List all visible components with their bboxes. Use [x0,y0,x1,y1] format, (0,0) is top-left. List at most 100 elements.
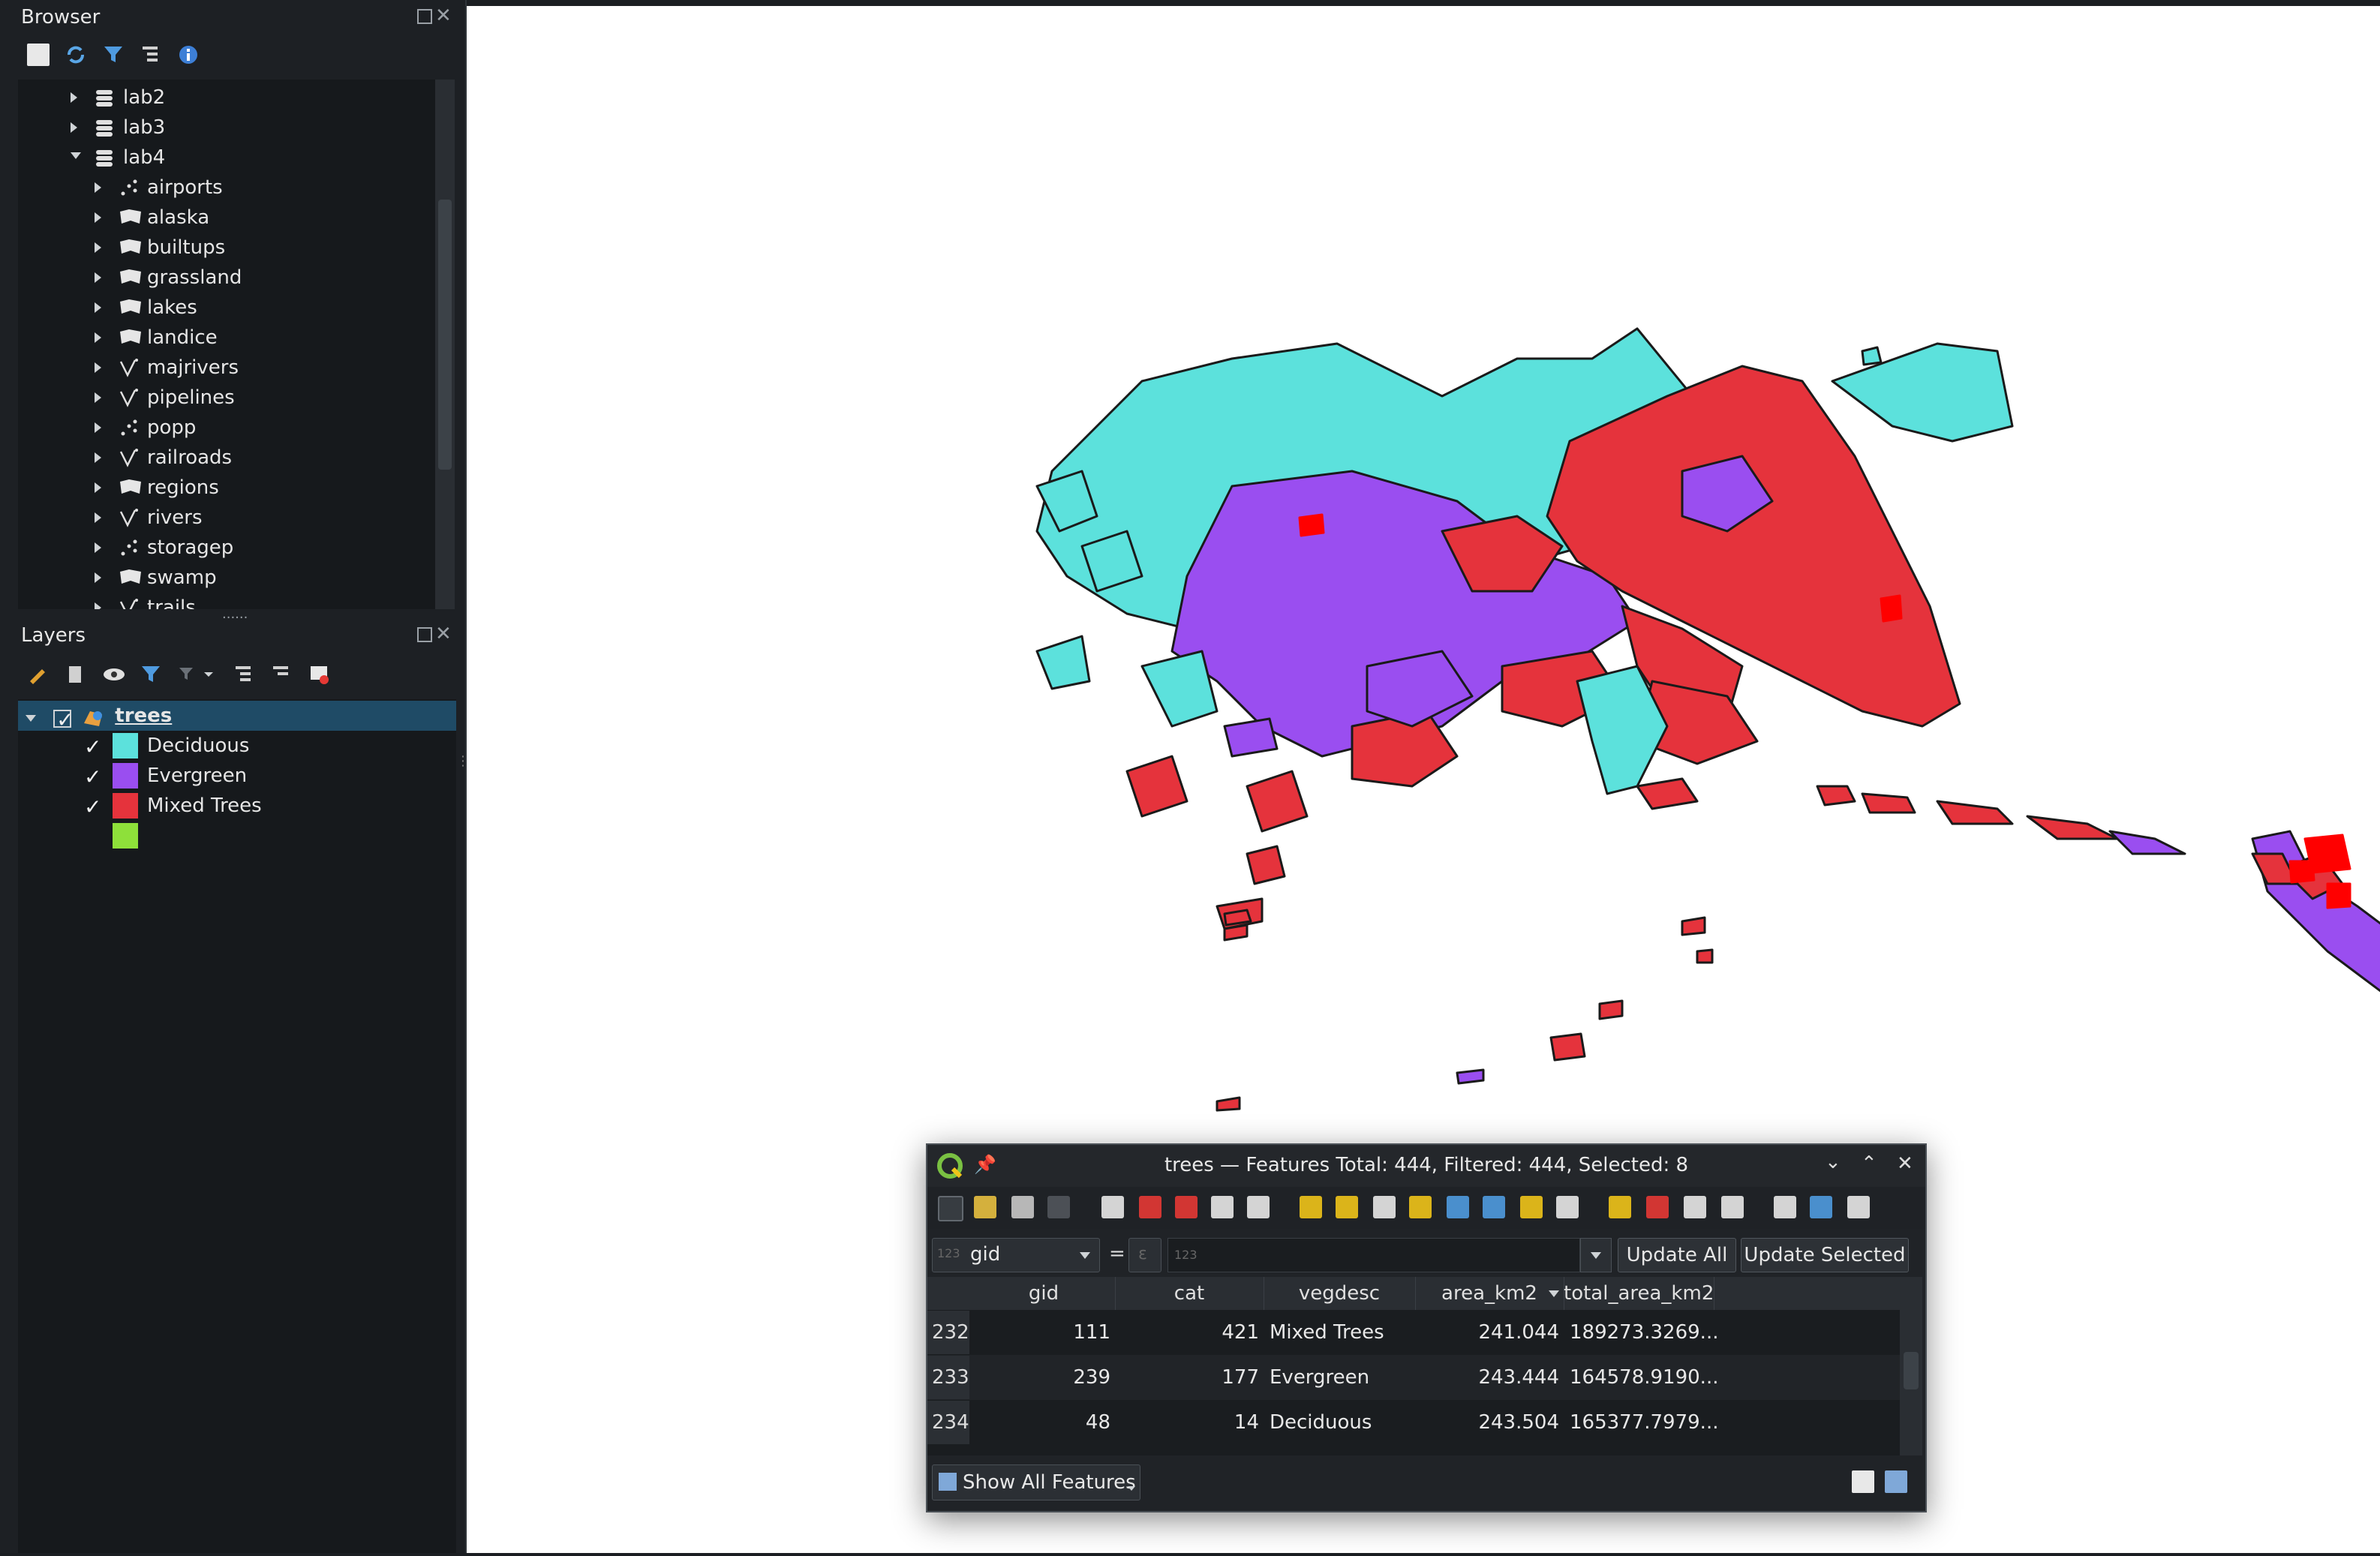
close-dialog-icon[interactable]: ✕ [1897,1152,1913,1175]
cell-area-km2[interactable]: 241.044 [1415,1310,1564,1355]
field-calculator-icon[interactable] [1684,1196,1706,1218]
expand-all-icon[interactable] [233,663,255,686]
expand-caret-icon[interactable] [95,572,101,583]
browser-item-storagep[interactable]: storagep [18,533,435,563]
select-by-expression-icon[interactable] [1300,1196,1322,1218]
update-all-button[interactable]: Update All [1618,1238,1736,1272]
select-all-icon[interactable] [1336,1196,1358,1218]
browser-scrollbar[interactable] [435,80,455,609]
browser-item-airports[interactable]: airports [18,173,435,203]
legend-item[interactable]: Mixed Trees [18,791,456,822]
move-selection-top-icon[interactable] [1483,1196,1505,1218]
organize-columns-icon[interactable] [1774,1196,1796,1218]
legend-item[interactable]: Evergreen [18,761,456,792]
pan-to-selected-icon[interactable] [1520,1196,1543,1218]
layer-visibility-checkbox[interactable] [53,705,74,735]
invert-selection-icon[interactable] [1373,1196,1396,1218]
filter-select-icon[interactable] [1447,1196,1469,1218]
filter-icon[interactable] [102,44,125,66]
paste-icon[interactable] [1247,1196,1270,1218]
expand-caret-icon[interactable] [71,152,81,159]
update-selected-button[interactable]: Update Selected [1741,1238,1909,1272]
cell-total-area-km2[interactable]: 164578.9190... [1564,1355,1718,1400]
collapse-all-icon[interactable] [140,44,162,66]
expand-caret-icon[interactable] [95,602,101,609]
field-select[interactable]: 123 gid [932,1238,1100,1272]
zoom-to-selected-icon[interactable] [1556,1196,1579,1218]
browser-item-grassland[interactable]: grassland [18,263,435,293]
legend-checkbox[interactable] [83,732,101,762]
expand-caret-icon[interactable] [71,92,77,103]
browser-item-lakes[interactable]: lakes [18,293,435,323]
add-selected-layers-icon[interactable] [27,44,50,66]
table-row[interactable]: 233 239 177 Evergreen 243.444 164578.9190... [927,1355,1900,1400]
expand-caret-icon[interactable] [95,542,101,553]
browser-item-popp[interactable]: popp [18,413,435,443]
expression-dropdown[interactable] [1580,1238,1612,1272]
actions-icon[interactable] [1810,1196,1832,1218]
column-header-cat[interactable]: cat [1115,1277,1264,1310]
expression-input[interactable]: 123 [1167,1238,1580,1272]
layer-row-trees[interactable]: trees [18,701,456,735]
browser-item-lab4[interactable]: lab4 [18,143,435,173]
refresh-icon[interactable] [65,44,87,66]
maximize-icon[interactable]: ⌃ [1861,1152,1877,1175]
expand-caret-icon[interactable] [26,715,36,722]
toggle-editing-icon[interactable] [938,1196,963,1221]
browser-item-pipelines[interactable]: pipelines [18,383,435,413]
layer-name[interactable]: trees [115,704,172,727]
cell-gid[interactable]: 239 [972,1355,1115,1400]
legend-item[interactable] [18,821,456,851]
table-row[interactable]: 234 48 14 Deciduous 243.504 165377.7979... [927,1400,1900,1445]
row-number[interactable]: 232 [927,1311,969,1354]
expand-caret-icon[interactable] [95,332,101,343]
save-edits-icon[interactable] [1011,1196,1034,1218]
deselect-all-icon[interactable] [1409,1196,1432,1218]
cell-cat[interactable]: 421 [1115,1310,1264,1355]
cell-vegdesc[interactable]: Deciduous [1264,1400,1415,1445]
add-feature-icon[interactable] [1101,1196,1124,1218]
column-header-total-area-km2[interactable]: total_area_km2 [1564,1277,1714,1310]
browser-item-regions[interactable]: regions [18,473,435,503]
expand-caret-icon[interactable] [95,362,101,373]
table-row[interactable]: 232 111 421 Mixed Trees 241.044 189273.3269..… [927,1310,1900,1355]
close-layers-panel-icon[interactable]: ✕ [435,623,452,645]
table-scrollbar[interactable] [1900,1277,1922,1455]
browser-item-alaska[interactable]: alaska [18,203,435,233]
dock-table-icon[interactable] [1847,1196,1870,1218]
expand-caret-icon[interactable] [95,512,101,523]
column-header-area-km2[interactable]: area_km2 [1415,1277,1564,1310]
expand-caret-icon[interactable] [95,212,101,223]
collapse-all-layers-icon[interactable] [270,663,293,686]
expand-caret-icon[interactable] [95,392,101,403]
cell-cat[interactable]: 177 [1115,1355,1264,1400]
cell-area-km2[interactable]: 243.504 [1415,1400,1564,1445]
close-panel-icon[interactable]: ✕ [435,5,452,27]
cell-total-area-km2[interactable]: 189273.3269... [1564,1310,1718,1355]
cell-gid[interactable]: 48 [972,1400,1115,1445]
copy-icon[interactable] [1211,1196,1234,1218]
browser-item-railroads[interactable]: railroads [18,443,435,473]
browser-item-lab2[interactable]: lab2 [18,83,435,113]
multi-edit-icon[interactable] [974,1196,996,1218]
dialog-titlebar[interactable]: 📌 trees — Features Total: 444, Filtered:… [927,1145,1925,1187]
legend-checkbox[interactable] [83,792,101,822]
cell-gid[interactable]: 111 [972,1310,1115,1355]
legend-checkbox[interactable] [83,762,101,792]
table-view-icon[interactable] [1885,1470,1907,1493]
cell-cat[interactable]: 14 [1115,1400,1264,1445]
cell-total-area-km2[interactable]: 165377.7979... [1564,1400,1718,1445]
float-panel-icon[interactable] [417,9,432,24]
browser-item-majrivers[interactable]: majrivers [18,353,435,383]
expression-builder-icon[interactable]: ε [1128,1238,1161,1272]
expand-caret-icon[interactable] [95,302,101,313]
expand-caret-icon[interactable] [95,182,101,193]
column-header-vegdesc[interactable]: vegdesc [1264,1277,1416,1310]
filter-expression-icon[interactable] [177,663,213,686]
cut-icon[interactable] [1175,1196,1198,1218]
filter-legend-icon[interactable] [140,663,162,686]
layers-tree[interactable]: trees Deciduous Evergreen Mixed Trees [18,699,456,1553]
browser-item-rivers[interactable]: rivers [18,503,435,533]
browser-item-landice[interactable]: landice [18,323,435,353]
delete-feature-icon[interactable] [1139,1196,1161,1218]
